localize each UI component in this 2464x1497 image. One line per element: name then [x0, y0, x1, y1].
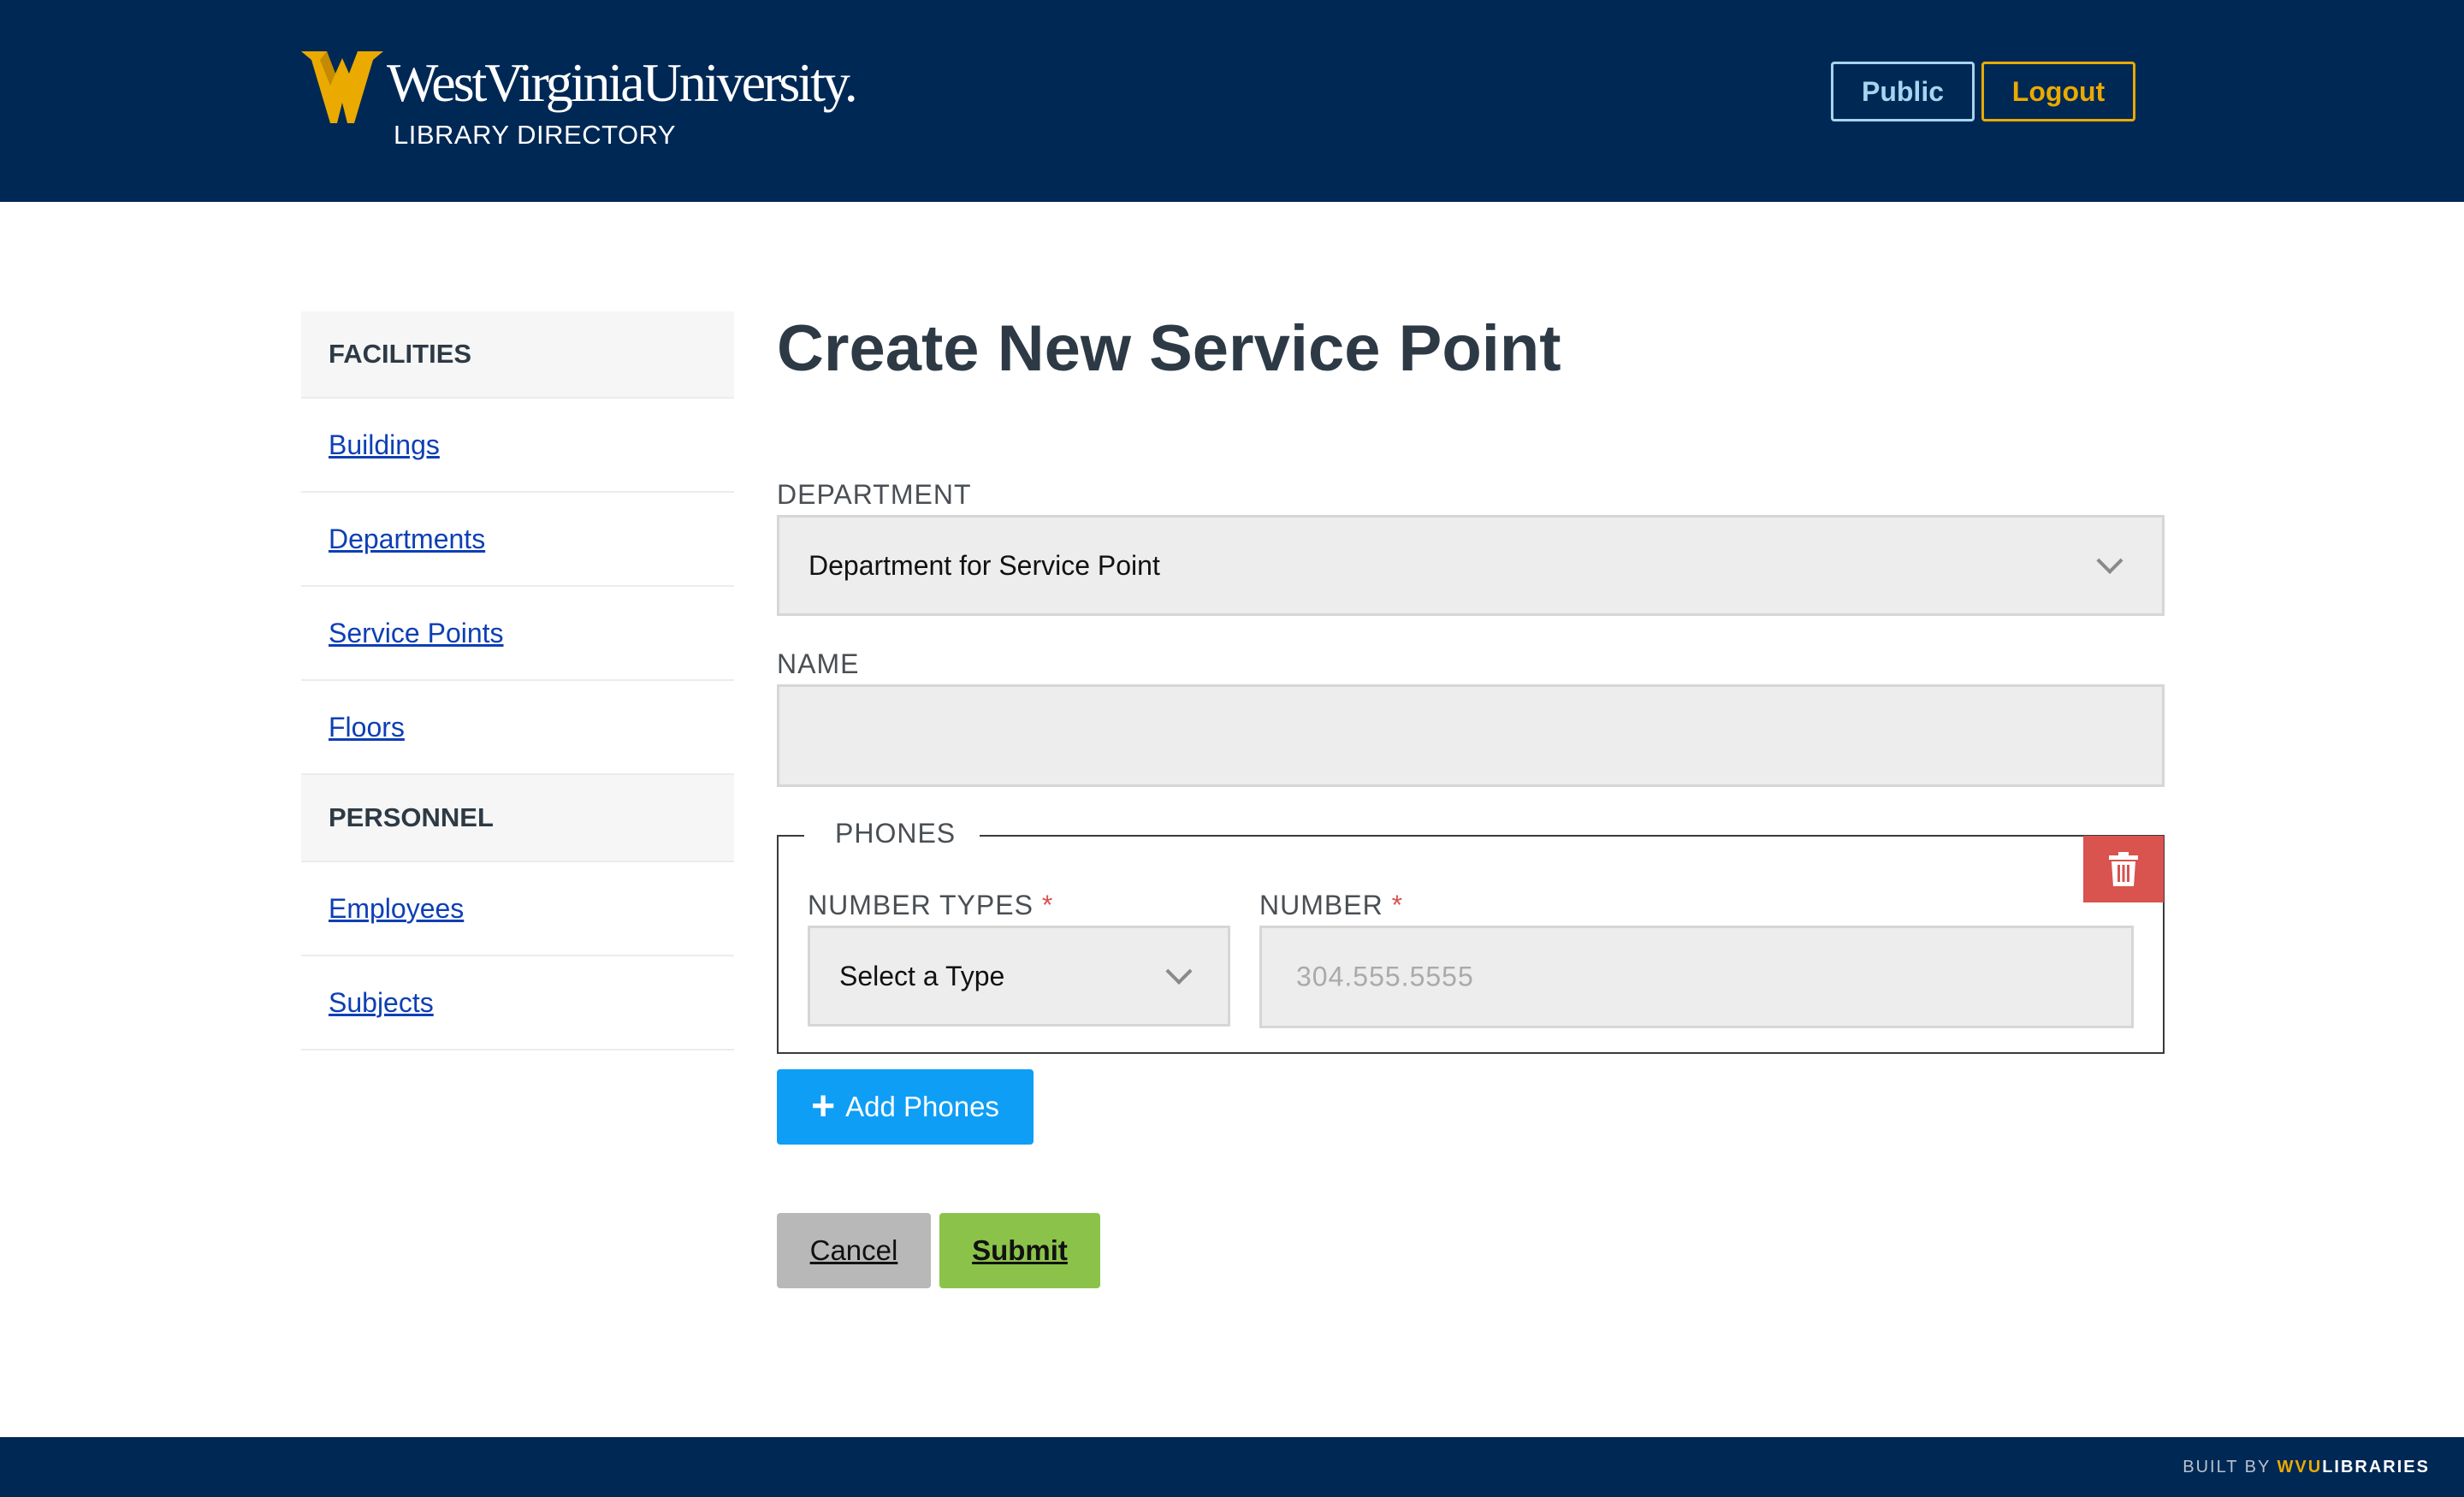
add-phones-button[interactable]: + Add Phones	[777, 1069, 1034, 1145]
phone-number-input[interactable]: 304.555.5555	[1259, 926, 2134, 1028]
flying-wv-logo-icon	[301, 51, 383, 123]
brand-wordmark: WestVirginiaUniversity.	[387, 52, 858, 113]
number-types-label: NUMBER TYPES *	[808, 890, 1053, 921]
trash-icon	[2109, 852, 2138, 886]
name-label: NAME	[777, 648, 860, 679]
logout-button[interactable]: Logout	[1981, 62, 2135, 121]
public-button[interactable]: Public	[1831, 62, 1975, 121]
name-input[interactable]	[777, 684, 2165, 787]
phones-fieldset: PHONES NUMBER TYPES * Select a Type NUMBE…	[777, 818, 2165, 1054]
sidebar-item-subjects[interactable]: Subjects	[301, 956, 734, 1050]
department-label: DEPARTMENT	[777, 479, 972, 510]
sidebar-item-employees[interactable]: Employees	[301, 862, 734, 956]
footer-brand-wvu: WVU	[2277, 1458, 2323, 1476]
number-type-select-value: Select a Type	[839, 960, 1005, 991]
add-phones-label: Add Phones	[845, 1091, 999, 1122]
site-header: WestVirginiaUniversity. LIBRARY DIRECTOR…	[0, 0, 2464, 202]
site-footer: BUILT BY WVULIBRARIES	[0, 1437, 2464, 1497]
footer-brand-libraries: LIBRARIES	[2322, 1458, 2430, 1476]
chevron-down-icon	[1165, 957, 1193, 985]
sidebar-item-floors[interactable]: Floors	[301, 681, 734, 775]
required-asterisk: *	[1041, 890, 1054, 920]
plus-icon: +	[811, 1084, 836, 1129]
built-by-text: BUILT BY	[2183, 1458, 2271, 1476]
site-subtitle: LIBRARY DIRECTORY	[394, 120, 677, 150]
number-types-label-text: NUMBER TYPES	[808, 890, 1034, 920]
cancel-button[interactable]: Cancel	[777, 1213, 931, 1288]
number-type-select[interactable]: Select a Type	[808, 926, 1230, 1027]
built-by-credit[interactable]: BUILT BY WVULIBRARIES	[2183, 1458, 2430, 1477]
sidebar-section-facilities: FACILITIES	[301, 311, 734, 399]
service-point-form: Create New Service Point DEPARTMENT Depa…	[777, 311, 2165, 1288]
department-select[interactable]: Department for Service Point	[777, 515, 2165, 616]
sidebar-nav: FACILITIES Buildings Departments Service…	[301, 311, 734, 1050]
department-select-value: Department for Service Point	[808, 549, 1160, 581]
submit-button[interactable]: Submit	[939, 1213, 1100, 1288]
required-asterisk: *	[1391, 890, 1404, 920]
page-title: Create New Service Point	[777, 312, 1561, 385]
sidebar-item-service-points[interactable]: Service Points	[301, 587, 734, 681]
sidebar-item-buildings[interactable]: Buildings	[301, 399, 734, 493]
number-label: NUMBER *	[1259, 890, 1403, 921]
sidebar-section-personnel: PERSONNEL	[301, 775, 734, 862]
wvu-logo[interactable]: WestVirginiaUniversity. LIBRARY DIRECTOR…	[301, 48, 858, 151]
chevron-down-icon	[2096, 547, 2123, 575]
phones-legend: PHONES	[804, 818, 980, 849]
number-label-text: NUMBER	[1259, 890, 1383, 920]
delete-phone-button[interactable]	[2083, 836, 2164, 902]
phone-number-placeholder: 304.555.5555	[1296, 961, 1474, 992]
sidebar-item-departments[interactable]: Departments	[301, 493, 734, 587]
